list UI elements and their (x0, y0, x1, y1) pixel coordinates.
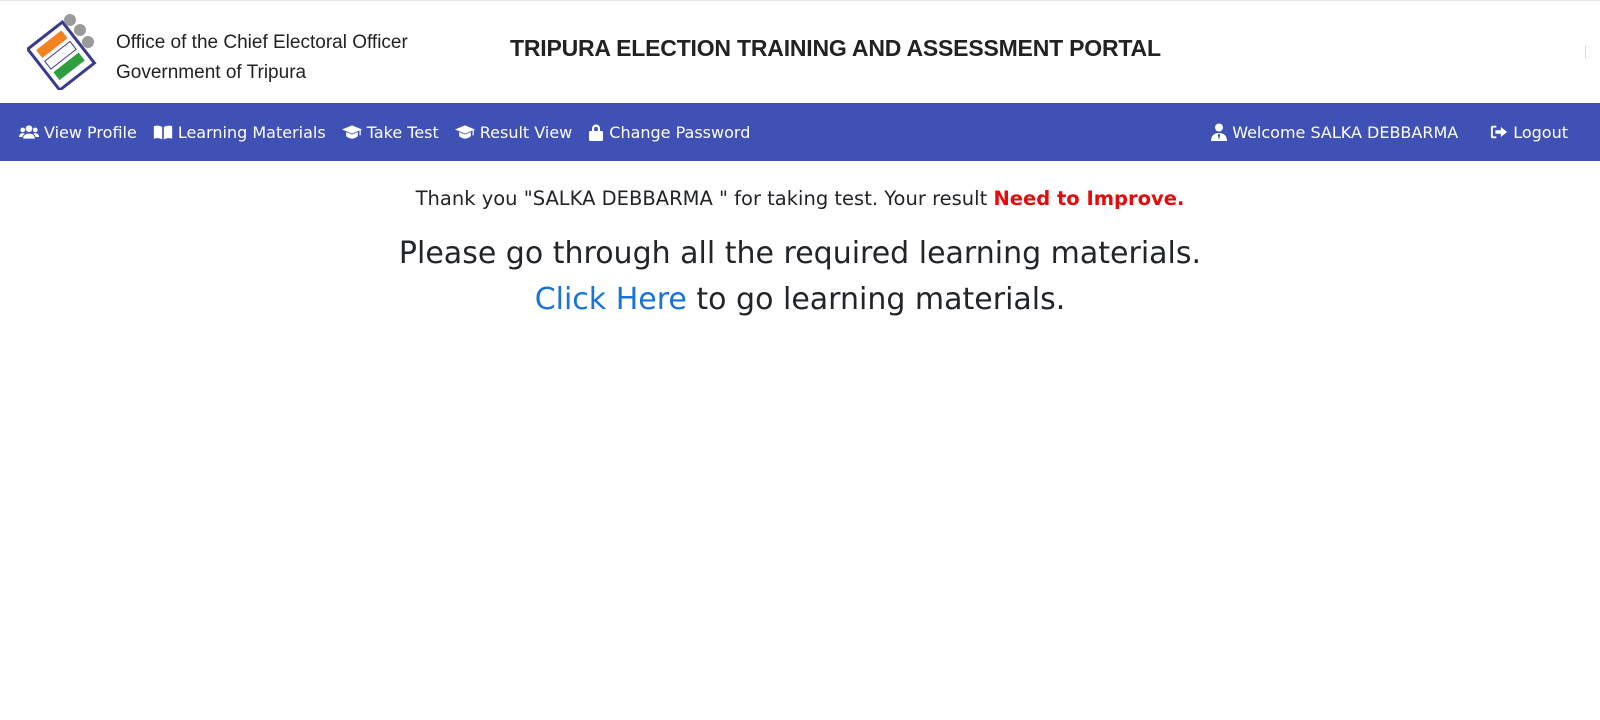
nav-right-group: Welcome SALKA DEBBARMA Logout (1179, 103, 1568, 161)
election-commission-logo-icon (25, 12, 103, 93)
nav-result-view-label: Result View (479, 122, 573, 142)
advice-line-2-rest: to go learning materials. (696, 282, 1066, 317)
learning-materials-link[interactable]: Click Here (535, 282, 687, 317)
logout-label: Logout (1513, 122, 1568, 142)
nav-view-profile-label: View Profile (44, 122, 137, 142)
nav-take-test-label: Take Test (366, 122, 439, 142)
nav-result-view[interactable]: Result View (454, 122, 573, 142)
thanks-text: Thank you "SALKA DEBBARMA " for taking t… (415, 187, 988, 210)
site-header: Office of the Chief Electoral Officer Go… (0, 0, 1600, 103)
lock-icon (589, 124, 604, 141)
office-name: Office of the Chief Electoral Officer Go… (116, 28, 408, 88)
page-title: TRIPURA ELECTION TRAINING AND ASSESSMENT… (510, 35, 1161, 61)
nav-change-password-label: Change Password (609, 122, 751, 142)
graduation-cap-icon (454, 125, 475, 139)
logout-button[interactable]: Logout (1490, 123, 1568, 142)
nav-change-password[interactable]: Change Password (588, 123, 750, 142)
divider (1585, 45, 1586, 59)
office-line-1: Office of the Chief Electoral Officer (116, 32, 408, 53)
nav-left-group: View Profile Learning Materials Take Tes… (19, 103, 766, 161)
main-navbar: View Profile Learning Materials Take Tes… (0, 103, 1600, 161)
welcome-user[interactable]: Welcome SALKA DEBBARMA (1211, 123, 1458, 142)
thanks-message: Thank you "SALKA DEBBARMA " for taking t… (0, 185, 1600, 213)
advice-line-2: Click Here to go learning materials. (0, 277, 1600, 323)
nav-learning-materials[interactable]: Learning Materials (153, 123, 326, 142)
graduation-cap-icon (341, 125, 362, 139)
user-tie-icon (1211, 123, 1228, 141)
nav-learning-materials-label: Learning Materials (177, 122, 326, 142)
office-line-2: Government of Tripura (116, 62, 307, 83)
advice-message: Please go through all the required learn… (0, 231, 1600, 323)
users-icon (19, 125, 39, 139)
sign-out-icon (1491, 125, 1508, 139)
result-status: Need to Improve. (993, 187, 1185, 210)
welcome-label: Welcome SALKA DEBBARMA (1232, 122, 1459, 142)
advice-line-1: Please go through all the required learn… (398, 236, 1202, 271)
book-open-icon (153, 125, 172, 140)
nav-view-profile[interactable]: View Profile (19, 123, 137, 142)
result-content: Thank you "SALKA DEBBARMA " for taking t… (0, 161, 1600, 323)
nav-take-test[interactable]: Take Test (341, 122, 439, 142)
